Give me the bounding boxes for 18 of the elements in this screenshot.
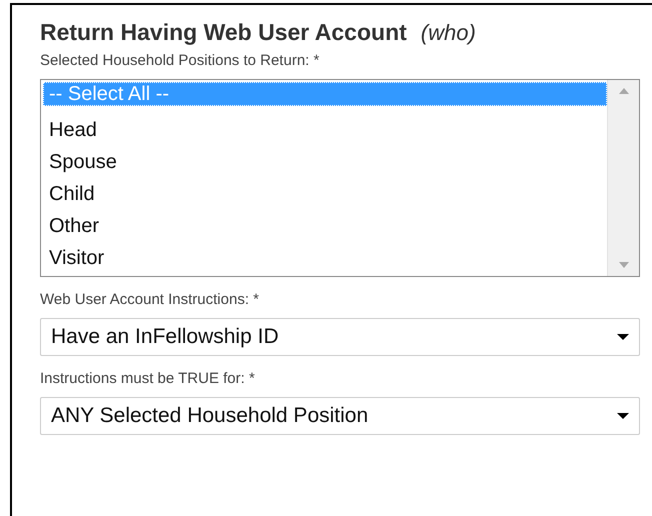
scrollbar[interactable] [607,80,639,276]
scroll-down-icon[interactable] [618,262,628,268]
caret-icon [617,334,629,340]
field-label: Web User Account Instructions: * [40,291,259,308]
list-option[interactable]: Spouse [43,146,607,178]
list-option[interactable]: Visitor [43,242,607,274]
list-option[interactable]: Head [43,114,607,146]
scroll-up-icon[interactable] [618,88,628,94]
field-label: Selected Household Positions to Return: * [40,52,320,69]
field-label: Instructions must be TRUE for: * [40,370,255,387]
section-hint: (who) [420,20,476,46]
instructions-dropdown[interactable]: Have an InFellowship ID [40,318,640,356]
true-for-dropdown[interactable]: ANY Selected Household Position [40,397,640,435]
positions-listbox[interactable]: -- Select All -- Head Spouse Child Other Visitor [40,79,640,277]
caret-icon [617,413,629,419]
list-option[interactable]: Child [43,178,607,210]
section-title: Return Having Web User Account [40,19,407,46]
list-option[interactable]: Other [43,210,607,242]
